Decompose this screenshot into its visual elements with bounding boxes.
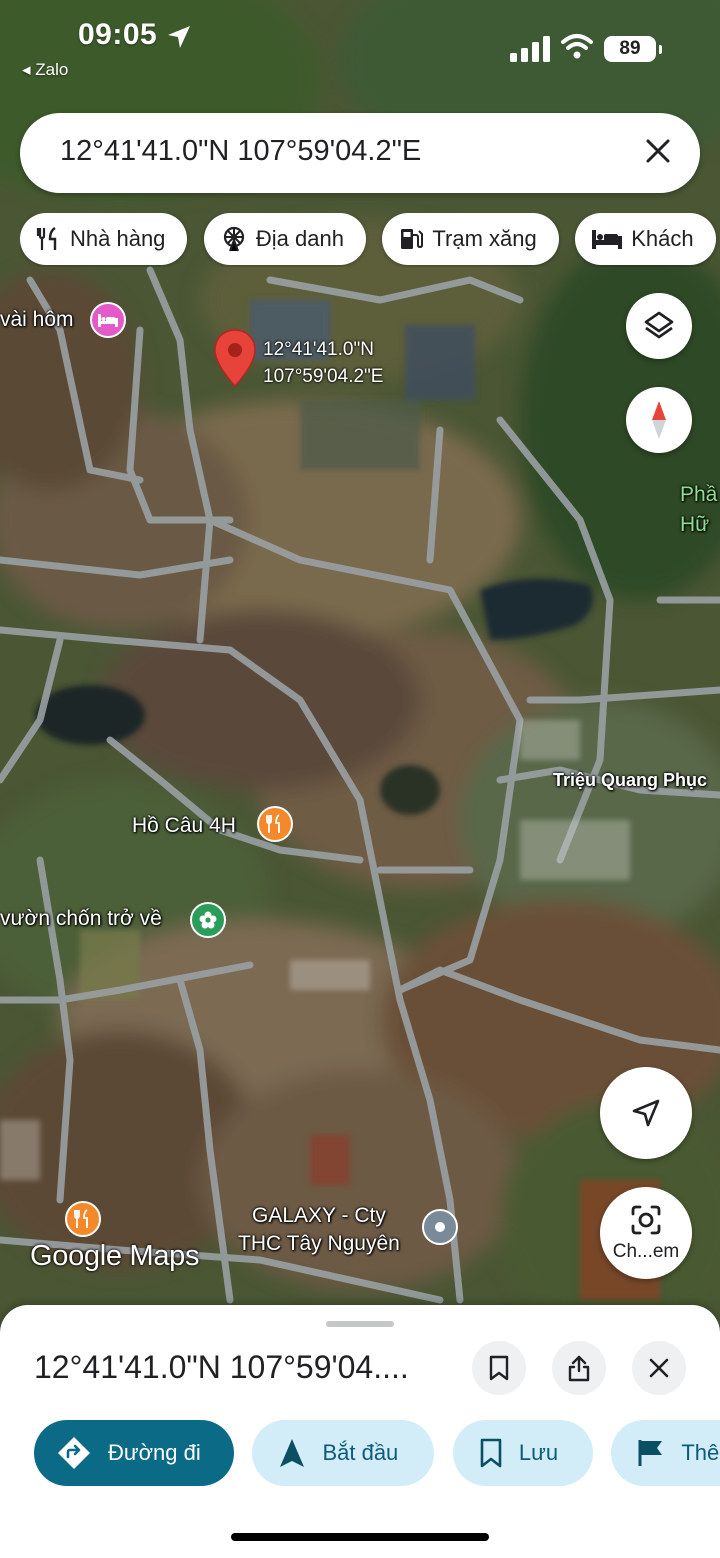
google-lens-button[interactable]: Ch...em — [600, 1187, 692, 1279]
start-label: Bắt đầu — [322, 1440, 399, 1465]
save-icon-button[interactable] — [472, 1341, 526, 1395]
close-icon — [649, 1358, 669, 1378]
save-button[interactable]: Lưu — [452, 1420, 593, 1486]
red-location-pin-icon[interactable] — [212, 328, 258, 395]
bookmark-icon — [480, 1438, 502, 1468]
navigation-arrow-icon — [280, 1439, 305, 1467]
hotel-label[interactable]: vài hôm — [0, 308, 74, 332]
google-maps-attribution: Google Maps — [30, 1240, 200, 1272]
location-arrow-icon — [168, 26, 190, 48]
chip-attractions[interactable]: Địa danh — [203, 213, 366, 265]
my-location-button[interactable] — [600, 1067, 692, 1159]
more-label: Thêm — [681, 1440, 720, 1465]
share-button[interactable] — [552, 1341, 606, 1395]
restaurant-poi-icon-2[interactable] — [65, 1201, 101, 1237]
back-to-app-link[interactable]: ◂ Zalo — [22, 60, 68, 80]
compass-button[interactable] — [626, 387, 692, 453]
chip-label: Trạm xăng — [432, 226, 537, 251]
park-edge-label[interactable]: Phầ Hữ — [680, 480, 717, 540]
lens-label: Ch...em — [612, 1241, 680, 1262]
garden-poi-icon[interactable] — [190, 902, 226, 938]
search-bar[interactable]: 12°41'41.0"N 107°59'04.2"E — [20, 113, 700, 193]
restaurant-poi-icon[interactable] — [257, 806, 293, 842]
start-button[interactable]: Bắt đầu — [252, 1420, 435, 1486]
bed-icon — [592, 230, 623, 249]
place-poi-icon[interactable] — [422, 1209, 458, 1245]
chip-label: Địa danh — [255, 226, 344, 251]
map-layers-button[interactable] — [626, 293, 692, 359]
save-label: Lưu — [518, 1440, 559, 1465]
clear-search-icon[interactable] — [640, 133, 676, 169]
directions-icon — [58, 1437, 90, 1469]
chip-hotels[interactable]: Khách — [575, 213, 716, 265]
chip-label: Nhà hàng — [70, 226, 166, 251]
bookmark-icon — [489, 1355, 509, 1381]
share-icon — [568, 1355, 590, 1382]
search-query-text[interactable]: 12°41'41.0"N 107°59'04.2"E — [60, 135, 421, 168]
battery-indicator: 89 — [604, 36, 662, 62]
drag-handle[interactable] — [326, 1321, 394, 1327]
layers-icon — [644, 311, 674, 339]
chip-restaurants[interactable]: Nhà hàng — [20, 213, 188, 265]
chip-label: Khách — [631, 226, 694, 251]
category-chips: Nhà hàng Địa danh Trạm xăng Khách — [20, 213, 720, 267]
pin-coordinate-label: 12°41'41.0"N 107°59'04.2"E — [263, 339, 384, 387]
navigation-arrow-icon — [632, 1099, 660, 1127]
company-label[interactable]: GALAXY - Cty THC Tây Nguyên — [238, 1202, 400, 1258]
camera-lens-icon — [631, 1205, 661, 1235]
cellular-signal-icon — [510, 36, 550, 62]
place-title: 12°41'41.0"N 107°59'04.... — [34, 1349, 409, 1385]
gas-pump-icon — [401, 229, 424, 249]
chip-gas-stations[interactable]: Trạm xăng — [382, 213, 559, 265]
directions-button[interactable]: Đường đi — [34, 1420, 234, 1486]
wifi-icon — [561, 34, 593, 59]
more-button[interactable]: Thêm — [611, 1420, 720, 1486]
clock: 09:05 — [78, 18, 158, 51]
garden-label[interactable]: vườn chốn trở về — [0, 907, 162, 931]
action-buttons-row: Đường đi Bắt đầu Lưu Thêm — [34, 1420, 720, 1488]
hotel-poi-icon[interactable] — [90, 302, 126, 338]
street-label: Triệu Quang Phục — [553, 770, 708, 790]
fork-knife-icon — [36, 226, 57, 250]
status-bar: 09:05 ◂ Zalo 89 — [0, 0, 720, 96]
flag-icon — [638, 1440, 663, 1466]
directions-label: Đường đi — [108, 1440, 201, 1465]
close-sheet-button[interactable] — [632, 1341, 686, 1395]
restaurant-label[interactable]: Hồ Câu 4H — [132, 814, 236, 838]
ferris-wheel-icon — [223, 226, 244, 252]
home-indicator[interactable] — [231, 1533, 489, 1541]
place-bottom-sheet[interactable]: 12°41'41.0"N 107°59'04.... Đường đi Bắt … — [0, 1305, 720, 1558]
compass-icon — [652, 401, 666, 439]
